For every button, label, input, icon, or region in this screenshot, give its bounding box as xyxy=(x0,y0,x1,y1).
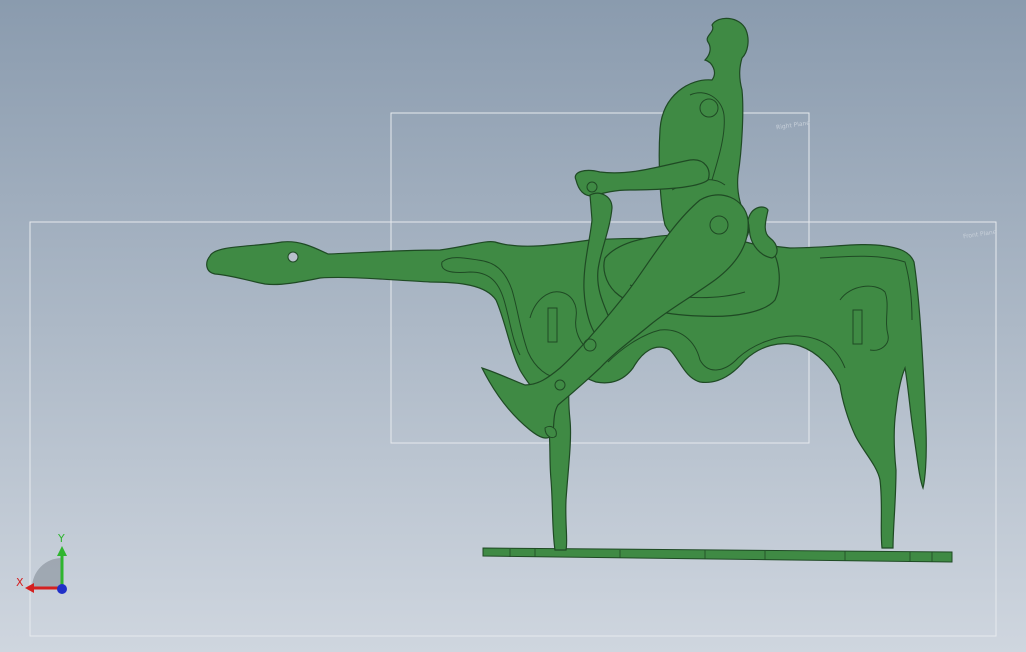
eye-hole xyxy=(287,251,299,263)
triad-y-label: Y xyxy=(58,532,65,545)
model-scene[interactable] xyxy=(0,0,1026,652)
triad-x-label: X xyxy=(16,576,24,589)
graphics-viewport[interactable]: Right Plane Front Plane Y X xyxy=(0,0,1026,652)
z-axis-dot xyxy=(57,584,67,594)
